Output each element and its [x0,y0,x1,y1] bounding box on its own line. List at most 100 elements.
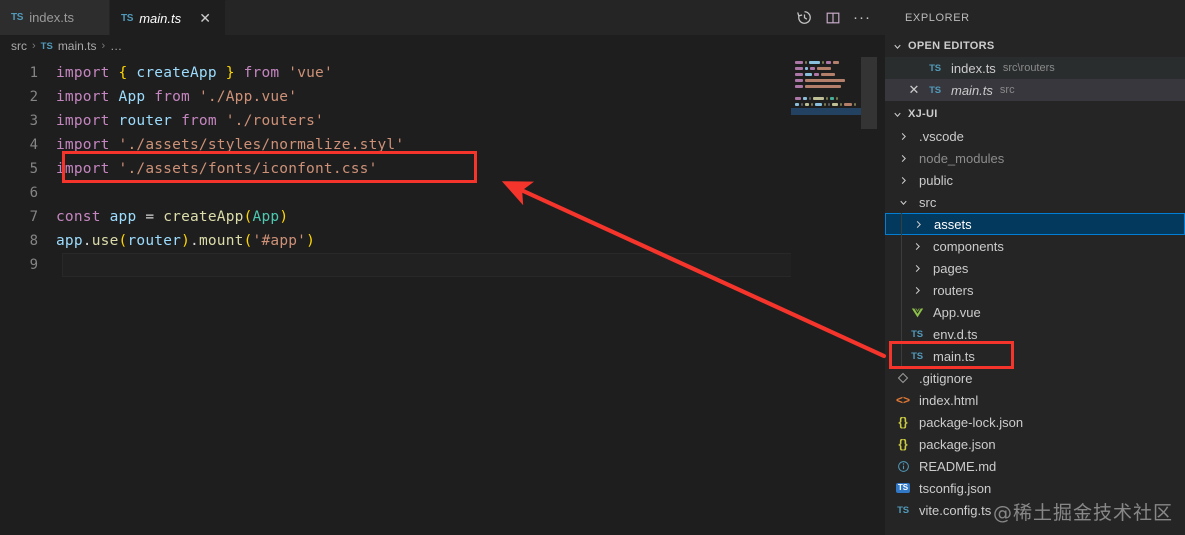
more-actions-icon[interactable]: ··· [853,10,871,25]
ts-icon: TS [11,12,24,23]
minimap-token [814,73,819,76]
minimap[interactable] [791,57,877,535]
minimap-token [830,97,834,100]
tree-item-label: main.ts [933,348,975,364]
line-number: 1 [29,65,38,81]
ts-icon: TS [40,40,53,52]
section-open-editors[interactable]: OPEN EDITORS [885,35,1185,57]
code-line[interactable]: 8 app.use(router).mount('#app') [0,229,885,253]
tree-file-main-ts[interactable]: TS main.ts [885,345,1185,367]
minimap-token [810,103,813,106]
minimap-token [853,103,856,106]
tree-file-readme-md[interactable]: README.md [885,455,1185,477]
chevron-right-icon [893,153,913,164]
minimap-token [828,103,830,106]
ts-icon: TS [121,12,134,24]
open-editor-path: src [999,84,1015,96]
ts-icon: TS [911,328,923,340]
breadcrumb-root[interactable]: src [11,39,27,53]
json-icon: {} [898,415,908,429]
minimap-line [791,85,861,89]
split-editor-icon[interactable] [825,10,841,26]
minimap-token [832,61,839,64]
tree-folder-public[interactable]: public [885,169,1185,191]
tree-folder-assets[interactable]: assets [885,213,1185,235]
tree-file-package-json[interactable]: {} package.json [885,433,1185,455]
close-icon[interactable]: ✕ [197,11,213,25]
tree-folder-pages[interactable]: pages [885,257,1185,279]
tree-file-tsconfig-json[interactable]: TS tsconfig.json [885,477,1185,499]
tab-index-ts[interactable]: TS index.ts [0,0,110,35]
tree-folder--vscode[interactable]: .vscode [885,125,1185,147]
file-tree: .vscode node_modules public src assets compon… [885,125,1185,521]
chevron-right-icon [907,263,927,274]
timeline-history-icon[interactable] [796,9,813,26]
breadcrumb-more[interactable]: … [110,39,122,53]
chevron-down-icon [890,41,904,52]
code-line[interactable]: 6 [0,181,885,205]
code-editor[interactable]: 1 import { createApp } from 'vue' 2 import … [0,57,885,535]
close-icon[interactable]: ✕ [903,82,925,98]
chevron-right-icon [907,241,927,252]
minimap-line [791,108,861,115]
tree-item-label: package-lock.json [919,414,1024,430]
tree-file-package-lock-json[interactable]: {} package-lock.json [885,411,1185,433]
tab-label: index.ts [29,10,74,25]
tree-item-label: components [933,238,1004,254]
minimap-token [813,97,825,100]
tree-file-index-html[interactable]: <> index.html [885,389,1185,411]
minimap-content [791,61,861,115]
minimap-line [791,79,861,83]
tree-file--gitignore[interactable]: .gitignore [885,367,1185,389]
code-line[interactable]: 1 import { createApp } from 'vue' [0,61,885,85]
tree-item-label: README.md [919,458,997,474]
json-icon: {} [898,437,908,451]
code-line[interactable]: 5 import './assets/fonts/iconfont.css' [0,157,885,181]
tree-file-env-d-ts[interactable]: TS env.d.ts [885,323,1185,345]
open-editors-list: TS index.ts src\routers ✕ TS main.ts src [885,57,1185,101]
tree-item-label: index.html [919,392,979,408]
watermark: @稀土掘金技术社区 [992,502,1173,524]
code-line[interactable]: 2 import App from './App.vue' [0,85,885,109]
code-line[interactable]: 4 import './assets/styles/normalize.styl' [0,133,885,157]
tree-folder-src[interactable]: src [885,191,1185,213]
minimap-token [840,103,843,106]
section-project-root[interactable]: XJ-UI [885,103,1185,125]
minimap-token [832,103,839,106]
tab-main-ts[interactable]: TS main.ts ✕ [110,0,227,35]
line-number: 5 [29,161,38,177]
tree-file-app-vue[interactable]: App.vue [885,301,1185,323]
tree-item-label: assets [934,216,972,232]
tree-folder-routers[interactable]: routers [885,279,1185,301]
vue-icon [907,306,927,319]
tree-item-label: src [919,194,937,210]
minimap-token [804,79,845,82]
minimap-token [804,85,841,88]
code-line[interactable]: 7 const app = createApp(App) [0,205,885,229]
open-editor-item[interactable]: ✕ TS main.ts src [885,79,1185,101]
minimap-token [795,97,802,100]
open-editor-item[interactable]: TS index.ts src\routers [885,57,1185,79]
editor-pane: TS index.ts TS main.ts ✕ ··· src › TS ma… [0,0,885,535]
minimap-current-line [791,108,861,115]
code-line[interactable]: 9 [0,253,885,277]
tree-folder-components[interactable]: components [885,235,1185,257]
line-number: 7 [29,209,38,225]
breadcrumb-file[interactable]: main.ts [58,39,97,53]
code-text: import router from './routers' [56,113,324,129]
minimap-line [791,61,861,65]
minimap-slider[interactable] [861,57,877,129]
tree-item-label: .gitignore [919,370,973,386]
minimap-token [844,103,852,106]
minimap-token [795,61,803,64]
minimap-token [836,97,838,100]
code-text: import './assets/styles/normalize.styl' [56,137,405,153]
tree-indent-guide [901,213,902,367]
current-line-highlight [62,253,792,277]
line-number: 6 [29,185,38,201]
tree-folder-node-modules[interactable]: node_modules [885,147,1185,169]
tab-bar-spacer [226,0,790,35]
minimap-line [791,67,861,71]
minimap-token [804,73,812,76]
code-line[interactable]: 3 import router from './routers' [0,109,885,133]
